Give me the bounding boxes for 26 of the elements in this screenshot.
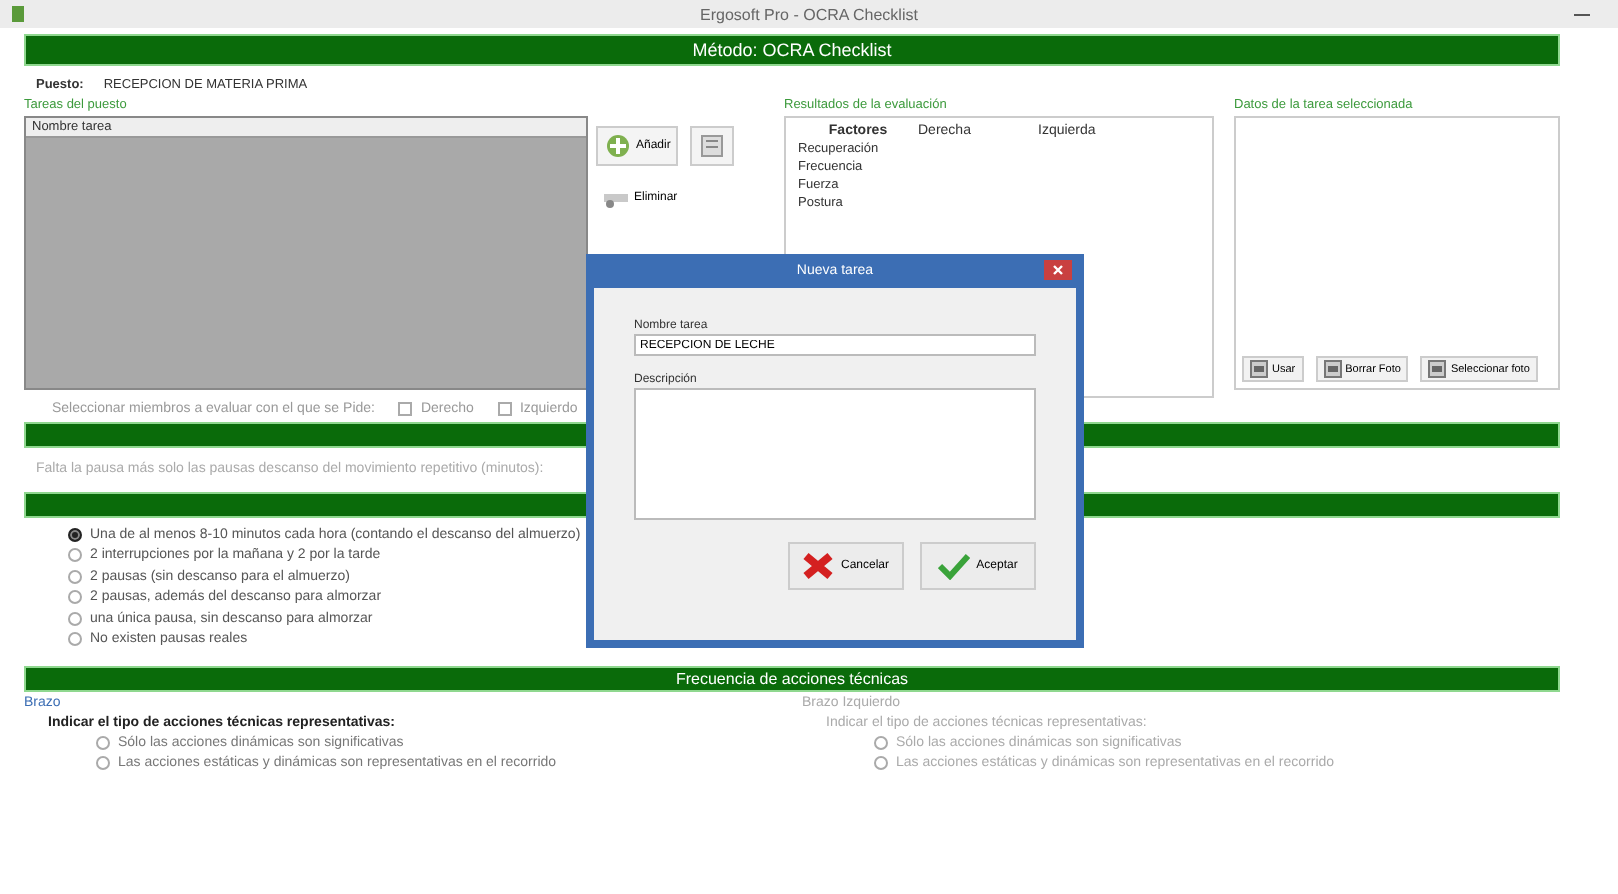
cross-icon <box>802 552 835 580</box>
image-icon <box>1428 360 1447 378</box>
app-icon <box>12 6 24 22</box>
radio-button[interactable] <box>874 755 888 770</box>
description-field[interactable] <box>634 388 1036 520</box>
close-button[interactable] <box>1044 260 1072 280</box>
window-title: Ergosoft Pro - OCRA Checklist <box>698 5 920 23</box>
check-icon <box>938 552 971 580</box>
radio-button[interactable] <box>874 735 888 750</box>
edit-button[interactable] <box>690 126 735 166</box>
close-icon <box>1052 264 1064 276</box>
radio-button[interactable] <box>68 528 82 542</box>
radio-button[interactable] <box>68 611 82 626</box>
radio-button[interactable] <box>96 755 110 770</box>
radio-button[interactable] <box>68 548 82 563</box>
image-icon <box>1250 360 1268 378</box>
radio-button[interactable] <box>96 735 110 750</box>
section-title: Frecuencia de acciones técnicas <box>675 669 909 688</box>
plus-icon <box>604 134 632 158</box>
radio-button[interactable] <box>68 631 82 646</box>
tool-icon <box>602 188 630 208</box>
document-icon <box>700 134 725 158</box>
header-title: Método: OCRA Checklist <box>692 40 892 60</box>
radio-button[interactable] <box>68 569 82 584</box>
radio-button[interactable] <box>68 590 82 605</box>
image-icon <box>1323 360 1342 378</box>
